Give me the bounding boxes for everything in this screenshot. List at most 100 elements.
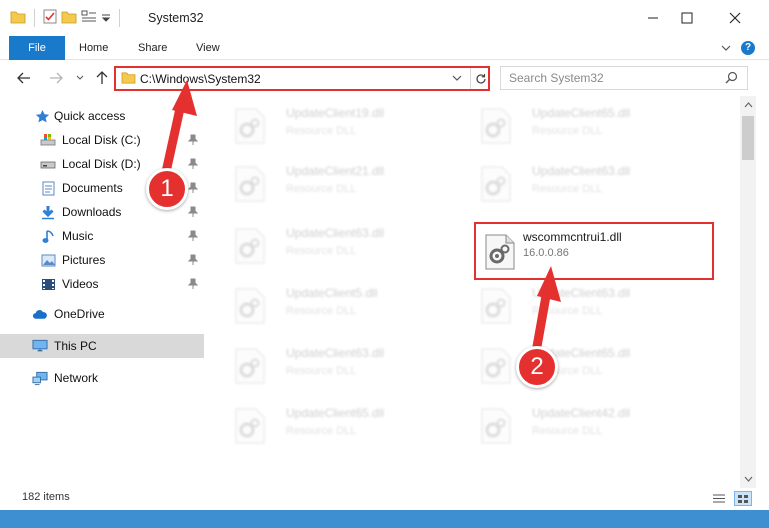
up-button[interactable] bbox=[92, 68, 112, 88]
file-name: wscommcntrui1.dll bbox=[523, 230, 622, 244]
file-description: Resource DLL bbox=[286, 305, 357, 317]
qat-dropdown-icon[interactable] bbox=[101, 11, 111, 25]
tab-home[interactable]: Home bbox=[79, 36, 108, 60]
refresh-button[interactable] bbox=[470, 68, 490, 89]
vertical-scrollbar[interactable] bbox=[740, 96, 756, 488]
file-item[interactable]: UpdateClient19.dll Resource DLL bbox=[214, 98, 414, 148]
sidebar-item-label: Documents bbox=[62, 181, 123, 195]
pin-icon[interactable] bbox=[187, 158, 199, 170]
sidebar-item-label: Network bbox=[54, 371, 99, 385]
pin-icon[interactable] bbox=[187, 182, 199, 194]
search-input[interactable] bbox=[509, 70, 709, 86]
file-description: Resource DLL bbox=[532, 125, 603, 137]
file-item[interactable]: UpdateClient63.dll Resource DLL bbox=[214, 338, 414, 388]
back-button[interactable] bbox=[14, 68, 34, 88]
maximize-button[interactable] bbox=[664, 0, 710, 36]
folder-icon bbox=[10, 10, 26, 27]
sidebar-item-label: Videos bbox=[62, 277, 99, 291]
dll-file-icon bbox=[480, 408, 514, 444]
tab-share[interactable]: Share bbox=[138, 36, 167, 60]
scroll-up-icon[interactable] bbox=[743, 100, 753, 110]
computer-icon bbox=[32, 338, 48, 354]
expand-ribbon-icon[interactable] bbox=[721, 41, 731, 55]
dll-file-icon bbox=[234, 288, 268, 324]
pin-icon[interactable] bbox=[187, 206, 199, 218]
sidebar-item-onedrive[interactable]: OneDrive bbox=[0, 302, 204, 326]
tab-file[interactable]: File bbox=[9, 36, 65, 60]
dll-file-icon bbox=[234, 166, 268, 202]
dll-file-icon bbox=[234, 408, 268, 444]
sidebar-item-label: Pictures bbox=[62, 253, 106, 267]
file-name: UpdateClient19.dll bbox=[286, 106, 385, 120]
toolbar-divider bbox=[34, 9, 35, 27]
title-bar: System32 bbox=[0, 0, 769, 36]
downloads-icon bbox=[40, 204, 56, 220]
properties-icon[interactable] bbox=[43, 9, 57, 27]
sidebar-item-label: This PC bbox=[54, 339, 97, 353]
file-item[interactable]: UpdateClient65.dll Resource DLL bbox=[214, 398, 414, 448]
navigation-pane: Quick access Local Disk (C:) Local Disk … bbox=[0, 96, 204, 484]
minimize-icon bbox=[648, 17, 658, 19]
search-icon[interactable] bbox=[725, 71, 738, 87]
sidebar-item-this-pc[interactable]: This PC bbox=[0, 334, 204, 358]
scrollbar-thumb[interactable] bbox=[742, 116, 754, 160]
back-arrow-icon bbox=[17, 72, 30, 84]
pin-icon[interactable] bbox=[187, 254, 199, 266]
file-item[interactable]: UpdateClient42.dll Resource DLL bbox=[460, 398, 660, 448]
close-icon bbox=[729, 12, 741, 24]
file-name: UpdateClient65.dll bbox=[532, 106, 631, 120]
help-icon[interactable]: ? bbox=[741, 41, 755, 55]
forward-arrow-icon bbox=[50, 72, 63, 84]
file-item-wscommcntrui1[interactable]: wscommcntrui1.dll 16.0.0.86 bbox=[474, 222, 714, 280]
file-item[interactable]: UpdateClient63.dll Resource DLL bbox=[460, 278, 660, 328]
chevron-down-icon bbox=[76, 75, 84, 80]
sidebar-item-pictures[interactable]: Pictures bbox=[0, 248, 204, 272]
forward-button[interactable] bbox=[46, 68, 66, 88]
window-title: System32 bbox=[148, 11, 204, 25]
sidebar-item-quick-access[interactable]: Quick access bbox=[0, 104, 204, 128]
dll-file-icon bbox=[480, 166, 514, 202]
videos-icon bbox=[40, 276, 56, 292]
file-item[interactable]: UpdateClient63.dll Resource DLL bbox=[460, 156, 660, 206]
file-item[interactable]: UpdateClient21.dll Resource DLL bbox=[214, 156, 414, 206]
dll-file-icon bbox=[234, 228, 268, 264]
step-badge-1: 1 bbox=[146, 168, 188, 210]
toolbar-divider bbox=[119, 9, 120, 27]
sidebar-item-local-disk-c[interactable]: Local Disk (C:) bbox=[0, 128, 204, 152]
desktop-background bbox=[0, 510, 769, 528]
recent-locations-button[interactable] bbox=[70, 68, 90, 88]
sidebar-item-label: Quick access bbox=[54, 109, 126, 123]
address-path[interactable]: C:\Windows\System32 bbox=[140, 72, 261, 86]
file-item[interactable]: UpdateClient5.dll Resource DLL bbox=[214, 278, 414, 328]
new-folder-icon[interactable] bbox=[61, 10, 77, 27]
address-dropdown-icon[interactable] bbox=[452, 71, 462, 88]
pin-icon[interactable] bbox=[187, 278, 199, 290]
details-view-icon bbox=[713, 494, 725, 503]
dll-file-icon bbox=[480, 108, 514, 144]
details-view-button[interactable] bbox=[710, 491, 728, 506]
address-bar[interactable]: C:\Windows\System32 bbox=[114, 66, 490, 91]
pin-icon[interactable] bbox=[187, 134, 199, 146]
file-description: Resource DLL bbox=[286, 245, 357, 257]
sidebar-item-music[interactable]: Music bbox=[0, 224, 204, 248]
sidebar-item-network[interactable]: Network bbox=[0, 366, 204, 390]
dll-file-icon bbox=[484, 234, 518, 270]
file-item[interactable]: UpdateClient63.dll Resource DLL bbox=[214, 218, 414, 268]
customize-view-icon[interactable] bbox=[81, 10, 97, 27]
scroll-down-icon[interactable] bbox=[743, 474, 753, 484]
tab-view[interactable]: View bbox=[196, 36, 220, 60]
pin-icon[interactable] bbox=[187, 230, 199, 242]
file-explorer-window: System32 File Home Share View ? C:\Windo… bbox=[0, 0, 769, 528]
search-box[interactable] bbox=[500, 66, 748, 90]
sidebar-item-videos[interactable]: Videos bbox=[0, 272, 204, 296]
file-name: UpdateClient65.dll bbox=[286, 406, 385, 420]
close-button[interactable] bbox=[712, 0, 758, 36]
file-item[interactable]: UpdateClient65.dll Resource DLL bbox=[460, 98, 660, 148]
cloud-icon bbox=[32, 306, 48, 322]
sidebar-item-label: Local Disk (D:) bbox=[62, 157, 141, 171]
dll-file-icon bbox=[234, 108, 268, 144]
file-name: UpdateClient63.dll bbox=[286, 226, 385, 240]
large-icons-view-button[interactable] bbox=[734, 491, 752, 506]
file-item[interactable]: UpdateClient65.dll Resource DLL bbox=[460, 338, 660, 388]
folder-icon bbox=[121, 71, 136, 87]
